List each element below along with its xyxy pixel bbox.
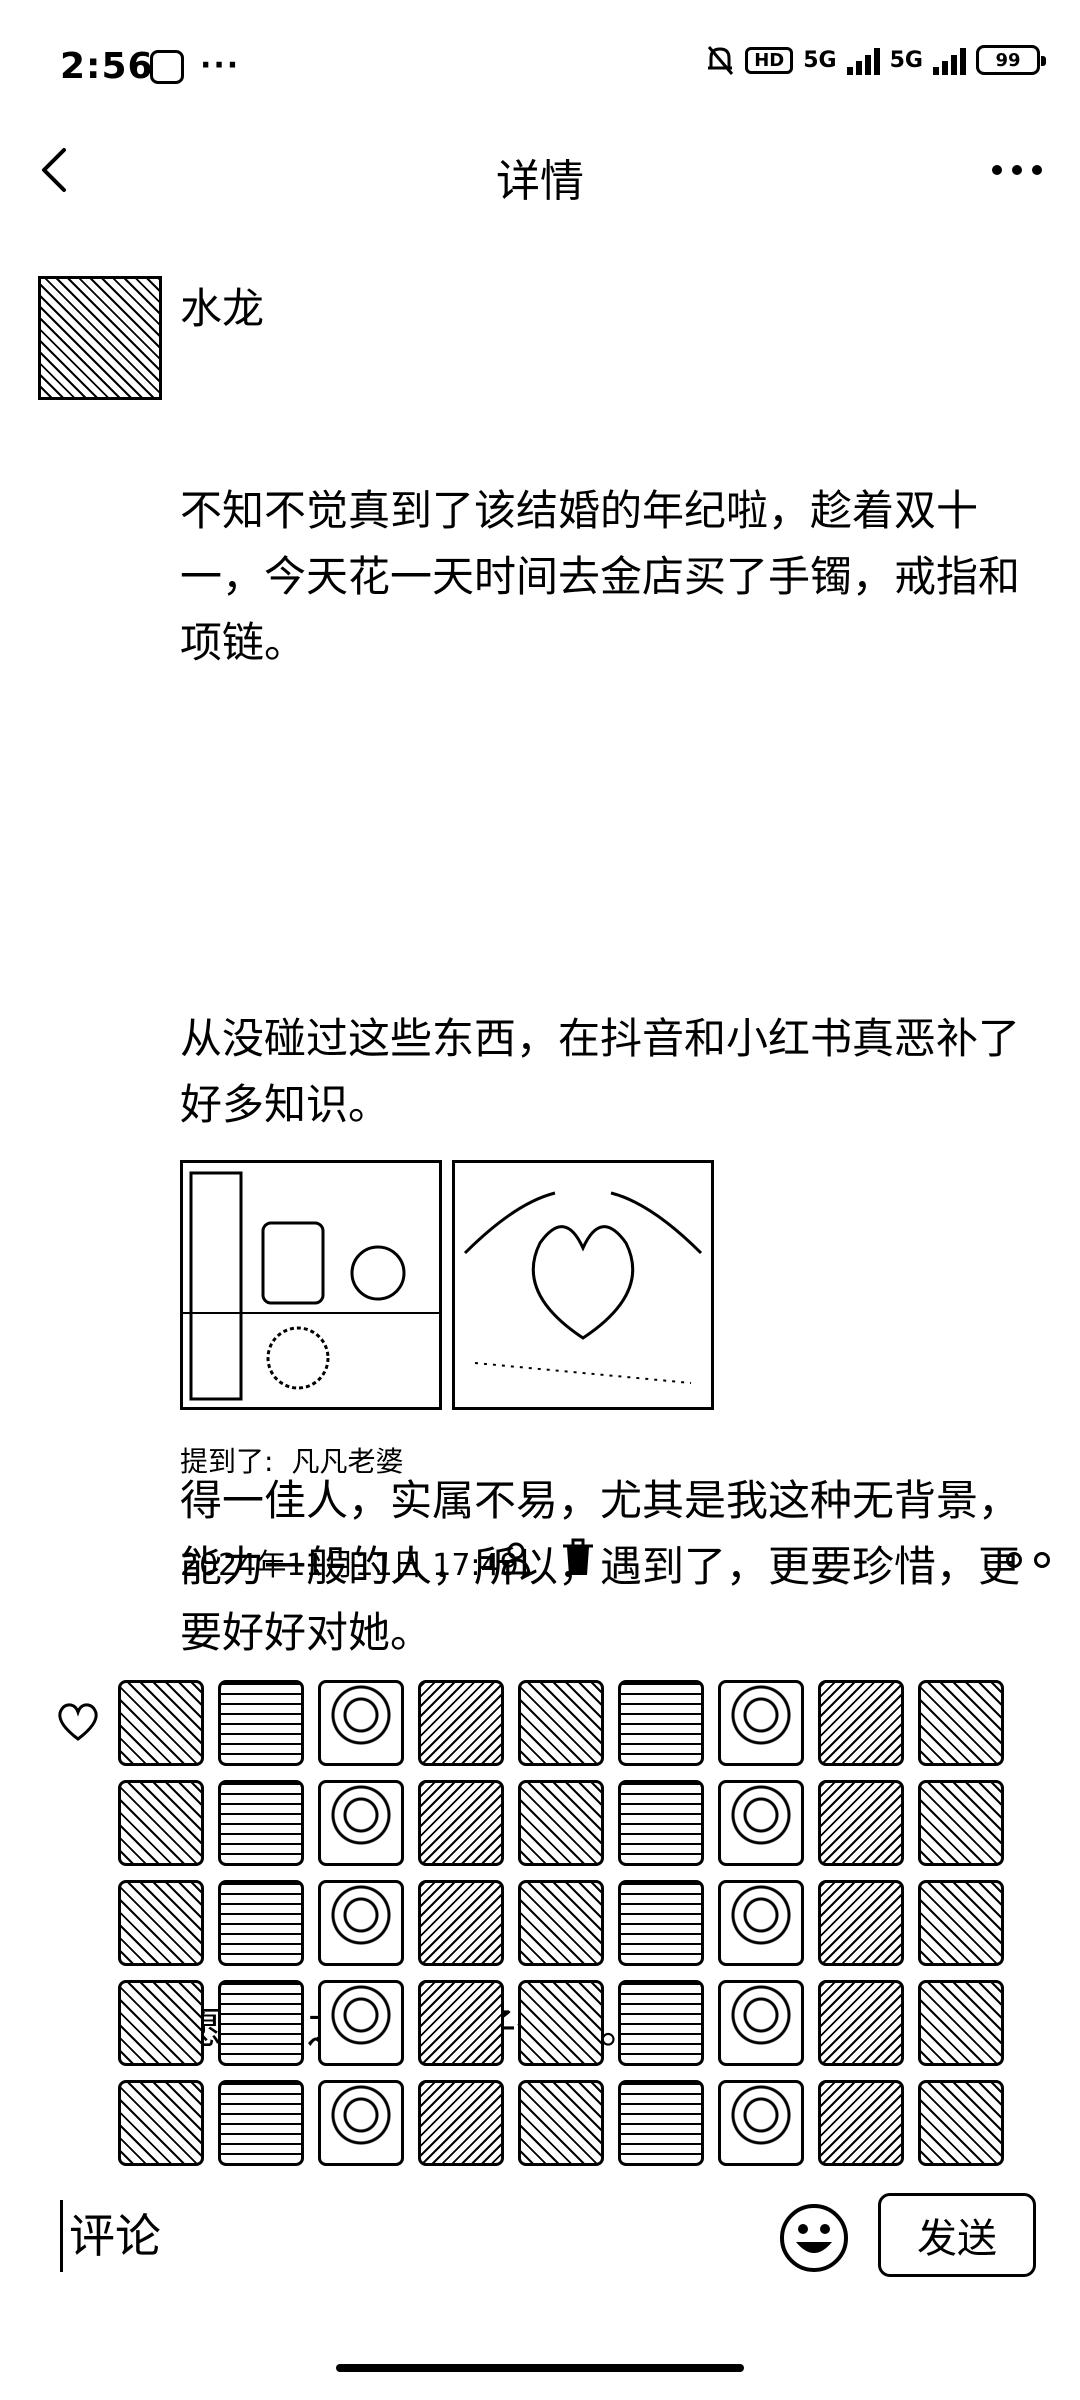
liker-avatar[interactable] <box>918 1880 1004 1966</box>
liker-avatar[interactable] <box>518 2080 604 2166</box>
liker-avatar[interactable] <box>618 1780 704 1866</box>
liker-avatar[interactable] <box>318 1680 404 1766</box>
post-paragraph: 从没碰过这些东西，在抖音和小红书真恶补了好多知识。 <box>180 1014 1021 1129</box>
liker-avatar[interactable] <box>918 1980 1004 2066</box>
like-comment-button[interactable] <box>1006 1552 1050 1568</box>
liker-avatar[interactable] <box>318 1780 404 1866</box>
mention-row: 提到了: 凡凡老婆 <box>180 1440 403 1480</box>
heart-hands-image <box>463 1191 703 1384</box>
post-paragraph: 不知不觉真到了该结婚的年纪啦，趁着双十一，今天花一天时间去金店买了手镯，戒指和项… <box>180 486 1021 667</box>
liker-avatar[interactable] <box>118 1980 204 2066</box>
page-title: 详情 <box>496 156 584 207</box>
home-indicator[interactable] <box>336 2364 744 2372</box>
more-options-button[interactable] <box>982 150 1052 190</box>
liker-avatar[interactable] <box>118 2080 204 2166</box>
liker-avatar[interactable] <box>718 1780 804 1866</box>
likers-avatar-grid <box>118 1680 1008 2166</box>
liker-avatar[interactable] <box>818 2080 904 2166</box>
liker-avatar[interactable] <box>418 2080 504 2166</box>
network-type-2: 5G <box>889 47 923 73</box>
status-indicators: HD 5G 5G 99 <box>705 44 1046 76</box>
emoji-button[interactable] <box>778 2202 850 2274</box>
liker-avatar[interactable] <box>518 1780 604 1866</box>
dot-icon <box>1034 1552 1050 1568</box>
liker-avatar[interactable] <box>218 1980 304 2066</box>
send-button[interactable]: 发送 <box>878 2193 1036 2277</box>
comment-input[interactable] <box>60 2200 671 2272</box>
liker-avatar[interactable] <box>318 1980 404 2066</box>
liker-avatar[interactable] <box>418 1780 504 1866</box>
mention-label: 提到了: <box>180 1445 274 1478</box>
signal-strength-icon-1 <box>846 45 880 75</box>
delete-button[interactable] <box>560 1538 596 1578</box>
liker-avatar[interactable] <box>218 1780 304 1866</box>
mentioned-user-link[interactable]: 凡凡老婆 <box>291 1440 403 1480</box>
status-time: 2:56 <box>60 46 154 87</box>
more-dot-icon <box>1012 165 1022 175</box>
liker-avatar[interactable] <box>818 1980 904 2066</box>
liker-avatar[interactable] <box>418 1880 504 1966</box>
mute-bell-icon <box>708 46 734 75</box>
liker-avatar[interactable] <box>718 2080 804 2166</box>
more-dot-icon <box>992 165 1002 175</box>
jewelry-box-image <box>183 1171 439 1401</box>
liker-avatar[interactable] <box>718 1880 804 1966</box>
battery-icon: 99 <box>976 45 1046 75</box>
liker-avatar[interactable] <box>218 1680 304 1766</box>
liker-avatar[interactable] <box>718 1680 804 1766</box>
smiley-icon <box>780 2204 848 2272</box>
visibility-button[interactable] <box>500 1540 536 1576</box>
network-type-1: 5G <box>803 47 837 73</box>
liker-avatar[interactable] <box>518 1980 604 2066</box>
liker-avatar[interactable] <box>818 1780 904 1866</box>
liker-avatar[interactable] <box>418 1680 504 1766</box>
status-more-icon: ··· <box>200 48 241 83</box>
liker-avatar[interactable] <box>918 2080 1004 2166</box>
liker-avatar[interactable] <box>818 1680 904 1766</box>
liker-avatar[interactable] <box>818 1880 904 1966</box>
hd-voice-icon: HD <box>745 46 794 74</box>
friends-visibility-icon <box>501 1542 531 1575</box>
more-dot-icon <box>1032 165 1042 175</box>
liker-avatar[interactable] <box>118 1880 204 1966</box>
author-name[interactable]: 水龙 <box>180 275 264 336</box>
post-photo-jewelry[interactable] <box>180 1160 442 1410</box>
author-avatar[interactable] <box>38 276 162 400</box>
liker-avatar[interactable] <box>218 1880 304 1966</box>
liker-avatar[interactable] <box>618 1880 704 1966</box>
liker-avatar[interactable] <box>318 2080 404 2166</box>
dot-icon <box>1006 1552 1022 1568</box>
liker-avatar[interactable] <box>118 1680 204 1766</box>
liker-avatar[interactable] <box>918 1780 1004 1866</box>
notification-app-icon <box>150 50 184 84</box>
signal-strength-icon-2 <box>933 45 966 75</box>
liker-avatar[interactable] <box>718 1980 804 2066</box>
post-photo-hands-heart[interactable] <box>452 1160 714 1410</box>
liker-avatar[interactable] <box>518 1880 604 1966</box>
liker-avatar[interactable] <box>418 1980 504 2066</box>
liker-avatar[interactable] <box>918 1680 1004 1766</box>
liker-avatar[interactable] <box>518 1680 604 1766</box>
liker-avatar[interactable] <box>218 2080 304 2166</box>
liker-avatar[interactable] <box>318 1880 404 1966</box>
post-timestamp: 2024年11月11日 17:49 <box>180 1548 519 1583</box>
heart-icon <box>56 1702 100 1742</box>
liker-avatar[interactable] <box>118 1780 204 1866</box>
liker-avatar[interactable] <box>618 2080 704 2166</box>
liker-avatar[interactable] <box>618 1680 704 1766</box>
liker-avatar[interactable] <box>618 1980 704 2066</box>
trash-icon <box>563 1538 593 1575</box>
